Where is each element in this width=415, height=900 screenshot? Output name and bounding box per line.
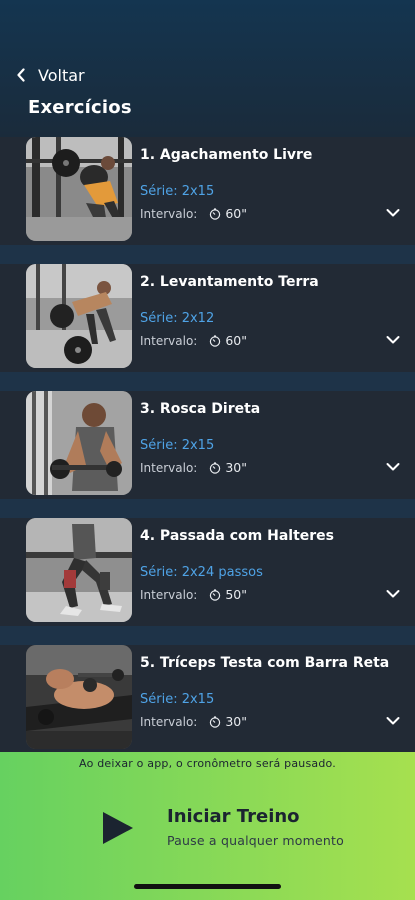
exercise-interval: Intervalo: 30" [140, 460, 247, 475]
exercise-list: 1. Agachamento Livre Série: 2x15 Interva… [0, 137, 415, 753]
start-workout-panel: Ao deixar o app, o cronômetro será pausa… [0, 752, 415, 900]
exercise-series: Série: 2x24 passos [140, 565, 263, 580]
header: Voltar Exercícios [0, 0, 415, 137]
timer-notice: Ao deixar o app, o cronômetro será pausa… [79, 757, 336, 770]
exercise-series: Série: 2x15 [140, 692, 215, 707]
chevron-down-icon[interactable] [385, 459, 401, 475]
exercise-card[interactable]: 3. Rosca Direta Série: 2x15 Intervalo: 3… [0, 391, 415, 499]
interval-value: 30" [225, 714, 247, 729]
interval-label: Intervalo: [140, 587, 198, 602]
exercise-name: 5. Tríceps Testa com Barra Reta [140, 655, 390, 671]
exercise-card[interactable]: 4. Passada com Halteres Série: 2x24 pass… [0, 518, 415, 626]
interval-label: Intervalo: [140, 333, 198, 348]
exercise-name: 1. Agachamento Livre [140, 147, 313, 163]
page-title: Exercícios [28, 97, 132, 118]
home-indicator[interactable] [134, 884, 281, 889]
back-button[interactable]: Voltar [16, 63, 85, 87]
exercise-series: Série: 2x15 [140, 438, 215, 453]
interval-value: 30" [225, 460, 247, 475]
chevron-down-icon[interactable] [385, 205, 401, 221]
chevron-down-icon[interactable] [385, 332, 401, 348]
exercise-thumbnail [26, 518, 132, 622]
chevron-down-icon[interactable] [385, 713, 401, 729]
divider [0, 245, 415, 264]
interval-label: Intervalo: [140, 460, 198, 475]
exercise-card[interactable]: 2. Levantamento Terra Série: 2x12 Interv… [0, 264, 415, 372]
exercise-name: 4. Passada com Halteres [140, 528, 334, 544]
divider [0, 372, 415, 391]
exercise-card[interactable]: 5. Tríceps Testa com Barra Reta Série: 2… [0, 645, 415, 753]
interval-value: 50" [225, 587, 247, 602]
divider [0, 499, 415, 518]
timer-icon [210, 461, 221, 474]
interval-label: Intervalo: [140, 206, 198, 221]
exercise-series: Série: 2x12 [140, 311, 215, 326]
play-icon[interactable] [100, 810, 136, 846]
exercise-series: Série: 2x15 [140, 184, 215, 199]
exercise-interval: Intervalo: 30" [140, 714, 247, 729]
timer-icon [210, 715, 221, 728]
back-label: Voltar [38, 65, 85, 85]
timer-icon [210, 588, 221, 601]
interval-label: Intervalo: [140, 714, 198, 729]
exercise-thumbnail [26, 645, 132, 749]
exercise-interval: Intervalo: 60" [140, 333, 247, 348]
interval-value: 60" [225, 333, 247, 348]
exercise-name: 2. Levantamento Terra [140, 274, 319, 290]
start-workout-subtitle: Pause a qualquer momento [167, 833, 344, 848]
exercise-thumbnail [26, 391, 132, 495]
exercise-interval: Intervalo: 60" [140, 206, 247, 221]
exercise-thumbnail [26, 137, 132, 241]
divider [0, 626, 415, 645]
timer-icon [210, 334, 221, 347]
exercise-thumbnail [26, 264, 132, 368]
chevron-down-icon[interactable] [385, 586, 401, 602]
exercise-interval: Intervalo: 50" [140, 587, 247, 602]
start-workout-button[interactable]: Iniciar Treino [167, 806, 300, 827]
exercise-name: 3. Rosca Direta [140, 401, 261, 417]
timer-icon [210, 207, 221, 220]
chevron-left-icon [16, 63, 28, 87]
exercise-card[interactable]: 1. Agachamento Livre Série: 2x15 Interva… [0, 137, 415, 245]
interval-value: 60" [225, 206, 247, 221]
